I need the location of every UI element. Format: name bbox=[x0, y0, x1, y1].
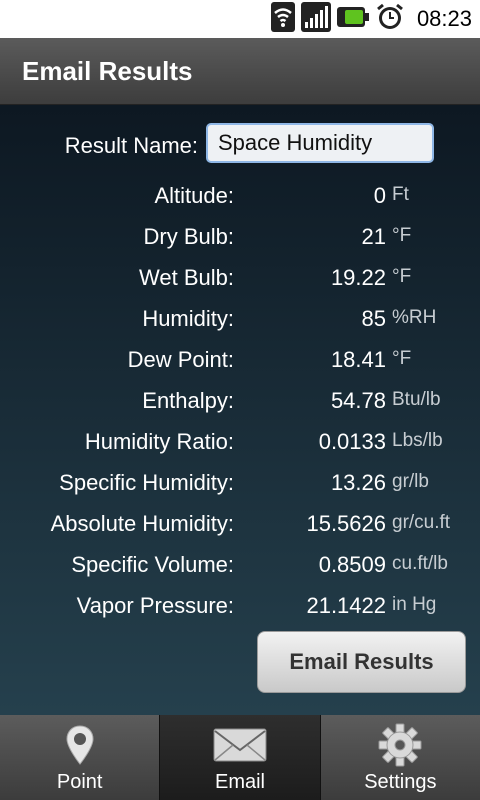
result-name-row: Result Name: bbox=[0, 123, 480, 167]
alarm-icon bbox=[375, 2, 405, 37]
tab-label: Point bbox=[56, 771, 103, 793]
result-unit: °F bbox=[392, 348, 412, 369]
result-name-label: Result Name: bbox=[64, 133, 198, 158]
wifi-icon bbox=[270, 1, 295, 37]
result-label: Humidity Ratio: bbox=[84, 429, 234, 454]
tab-label: Settings bbox=[364, 771, 437, 793]
result-unit: Lbs/lb bbox=[392, 430, 443, 451]
tab-email[interactable]: Email bbox=[160, 715, 321, 800]
result-unit: gr/cu.ft bbox=[392, 512, 451, 533]
result-row-dew-point: Dew Point: 18.41 °F bbox=[0, 341, 480, 382]
result-row-altitude: Altitude: 0 Ft bbox=[0, 177, 480, 218]
result-label: Specific Humidity: bbox=[59, 470, 234, 495]
result-label: Enthalpy: bbox=[142, 388, 234, 413]
result-unit: Ft bbox=[392, 184, 409, 205]
result-unit: gr/lb bbox=[392, 471, 429, 492]
result-row-specific-volume: Specific Volume: 0.8509 cu.ft/lb bbox=[0, 546, 480, 587]
tab-point[interactable]: Point bbox=[0, 715, 161, 800]
result-unit: Btu/lb bbox=[392, 389, 441, 410]
result-value: 0.8509 bbox=[318, 552, 386, 577]
result-label: Humidity: bbox=[142, 306, 234, 331]
result-unit: in Hg bbox=[392, 594, 437, 615]
result-value: 15.5626 bbox=[306, 511, 386, 536]
signal-icon bbox=[300, 1, 331, 37]
result-row-specific-humidity: Specific Humidity: 13.26 gr/lb bbox=[0, 464, 480, 505]
status-bar: 08:23 bbox=[0, 0, 480, 38]
tab-settings[interactable]: Settings bbox=[320, 715, 480, 800]
result-label: Altitude: bbox=[154, 183, 235, 208]
result-row-enthalpy: Enthalpy: 54.78 Btu/lb bbox=[0, 382, 480, 423]
result-label: Dew Point: bbox=[127, 347, 234, 372]
result-name-input[interactable] bbox=[206, 123, 434, 163]
battery-icon bbox=[336, 5, 369, 34]
result-label: Wet Bulb: bbox=[139, 265, 234, 290]
tab-label: Email bbox=[214, 771, 265, 793]
results-list: Altitude: 0 Ft Dry Bulb: 21 °F Wet Bulb:… bbox=[0, 177, 480, 628]
status-time: 08:23 bbox=[416, 6, 472, 31]
page-title: Email Results bbox=[22, 56, 193, 86]
status-icons: 08:23 bbox=[270, 0, 480, 38]
result-row-absolute-humidity: Absolute Humidity: 15.5626 gr/cu.ft bbox=[0, 505, 480, 546]
result-label: Dry Bulb: bbox=[143, 224, 234, 249]
result-value: 13.26 bbox=[330, 470, 386, 495]
result-value: 54.78 bbox=[330, 388, 386, 413]
result-label: Vapor Pressure: bbox=[76, 593, 234, 618]
result-label: Specific Volume: bbox=[71, 552, 234, 577]
result-row-wet-bulb: Wet Bulb: 19.22 °F bbox=[0, 259, 480, 300]
result-row-humidity: Humidity: 85 %RH bbox=[0, 300, 480, 341]
result-value: 0 bbox=[373, 183, 386, 208]
result-unit: cu.ft/lb bbox=[392, 553, 448, 574]
results-panel: Result Name: Altitude: 0 Ft Dry Bulb: 21… bbox=[0, 105, 480, 715]
result-value: 19.22 bbox=[330, 265, 386, 290]
result-value: 18.41 bbox=[330, 347, 386, 372]
result-row-vapor-pressure: Vapor Pressure: 21.1422 in Hg bbox=[0, 587, 480, 628]
result-value: 21 bbox=[361, 224, 386, 249]
title-bar: Email Results bbox=[0, 38, 480, 105]
bottom-tab-bar: Point Email Settings bbox=[0, 715, 480, 800]
result-value: 85 bbox=[361, 306, 386, 331]
envelope-icon bbox=[160, 723, 319, 767]
result-value: 0.0133 bbox=[318, 429, 386, 454]
result-row-humidity-ratio: Humidity Ratio: 0.0133 Lbs/lb bbox=[0, 423, 480, 464]
email-results-button[interactable]: Email Results bbox=[257, 631, 466, 693]
map-pin-icon bbox=[0, 723, 159, 767]
result-unit: °F bbox=[392, 225, 412, 246]
result-unit: °F bbox=[392, 266, 412, 287]
gear-icon bbox=[321, 723, 480, 767]
result-label: Absolute Humidity: bbox=[50, 511, 234, 536]
result-unit: %RH bbox=[392, 307, 437, 328]
result-value: 21.1422 bbox=[306, 593, 386, 618]
result-row-dry-bulb: Dry Bulb: 21 °F bbox=[0, 218, 480, 259]
